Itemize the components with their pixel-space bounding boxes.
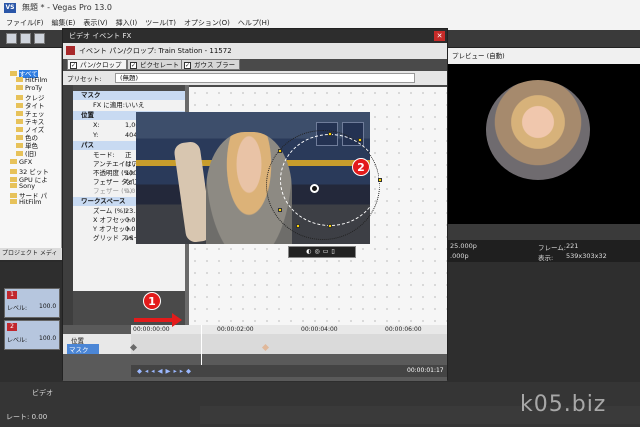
keyframe-nav-buttons[interactable]: ◆◂◂◀▶▸▸◆ [131, 365, 447, 377]
preview-transport [448, 224, 640, 240]
mask-handle[interactable] [328, 132, 332, 136]
preset-select[interactable]: (無題) [115, 73, 415, 83]
folder-icon [16, 151, 23, 156]
prop-apply-fx[interactable]: FX に適用: いいえ [73, 101, 185, 110]
tab-gaussian-blur[interactable]: ✓ ガウス ブラー [181, 59, 241, 70]
folder-icon [16, 77, 23, 82]
vegas-logo-icon: VS [4, 3, 16, 13]
tab-pixelate[interactable]: ✓ ピクセレート [127, 59, 184, 70]
new-file-icon[interactable] [6, 33, 17, 44]
mask-handle[interactable] [278, 208, 282, 212]
tab-project-media[interactable]: プロジェクト メディア [0, 248, 62, 269]
preview-toolbar: プレビュー (自動) [448, 48, 640, 64]
preview-masked-face [486, 80, 590, 180]
callout-arrow [134, 318, 172, 322]
checkbox-icon[interactable]: ✓ [184, 62, 191, 69]
keyframe-time: 00:00:01:17 [407, 367, 444, 374]
track-header-2[interactable]: 2 レベル: 100.0 [4, 320, 60, 350]
save-icon[interactable] [34, 33, 45, 44]
folder-icon [16, 85, 23, 90]
app-title-bar: 無題 * - Vegas Pro 13.0 [0, 0, 640, 16]
preview-info: 25.000p .000p フレーム: 221 表示: 539x303x32 [448, 240, 640, 262]
tree-item[interactable]: HitFilm [16, 76, 47, 84]
section-mask[interactable]: マスク [73, 91, 185, 100]
tree-item[interactable]: Sony [10, 182, 35, 190]
folder-icon [10, 183, 17, 188]
tree-item[interactable]: GFX [10, 158, 32, 166]
checkbox-icon[interactable]: ✓ [70, 62, 77, 69]
mask-handle[interactable] [328, 224, 332, 228]
track-header-1[interactable]: 1 レベル: 100.0 [4, 288, 60, 318]
tab-pan-crop[interactable]: ✓ パン/クロップ [67, 59, 127, 70]
open-file-icon[interactable] [20, 33, 31, 44]
mask-handle[interactable] [358, 138, 362, 142]
mask-center-handle[interactable] [310, 184, 319, 193]
row-mask-label[interactable]: マスク [67, 344, 99, 354]
mask-handle[interactable] [378, 178, 382, 182]
checkbox-icon[interactable]: ✓ [130, 62, 137, 69]
mask-handle[interactable] [296, 224, 300, 228]
folder-icon [10, 199, 17, 204]
callout-arrow-head [172, 313, 182, 327]
watermark: k05.biz [520, 392, 607, 417]
menu-file[interactable]: ファイル(F) [6, 16, 44, 30]
mask-handle[interactable] [278, 149, 282, 153]
preset-bar: プリセット: (無題) [63, 71, 447, 85]
keyframe-row-labels: 位置 マスク [63, 334, 131, 354]
fx-chain-bar: イベント パン/クロップ: Train Station - 11572 [63, 43, 447, 59]
fx-title: ビデオ イベント FX [63, 29, 447, 43]
explorer-panel: すべて HitFilm ProTy クレジ タイト チェッ テキス ノイズ 色の… [0, 48, 62, 248]
app-title: 無題 * - Vegas Pro 13.0 [22, 3, 113, 12]
callout-2: 2 [352, 158, 370, 176]
tree-item[interactable]: (旧) [16, 148, 37, 158]
tree-item[interactable]: HitFilm [10, 198, 41, 206]
close-icon[interactable]: ✕ [434, 31, 445, 41]
tree-item[interactable]: ProTy [16, 84, 42, 92]
mask-tools[interactable]: ◐◎▭▯ [288, 246, 356, 258]
playhead-cursor[interactable] [201, 325, 202, 365]
keyframe-track[interactable] [131, 334, 447, 354]
mask-ellipse[interactable] [280, 134, 380, 226]
fx-icon-column [63, 85, 73, 325]
preview-mode-select[interactable]: プレビュー (自動) [452, 52, 505, 60]
callout-1: 1 [143, 292, 161, 310]
event-fx-icon [66, 46, 75, 55]
folder-icon [10, 159, 17, 164]
